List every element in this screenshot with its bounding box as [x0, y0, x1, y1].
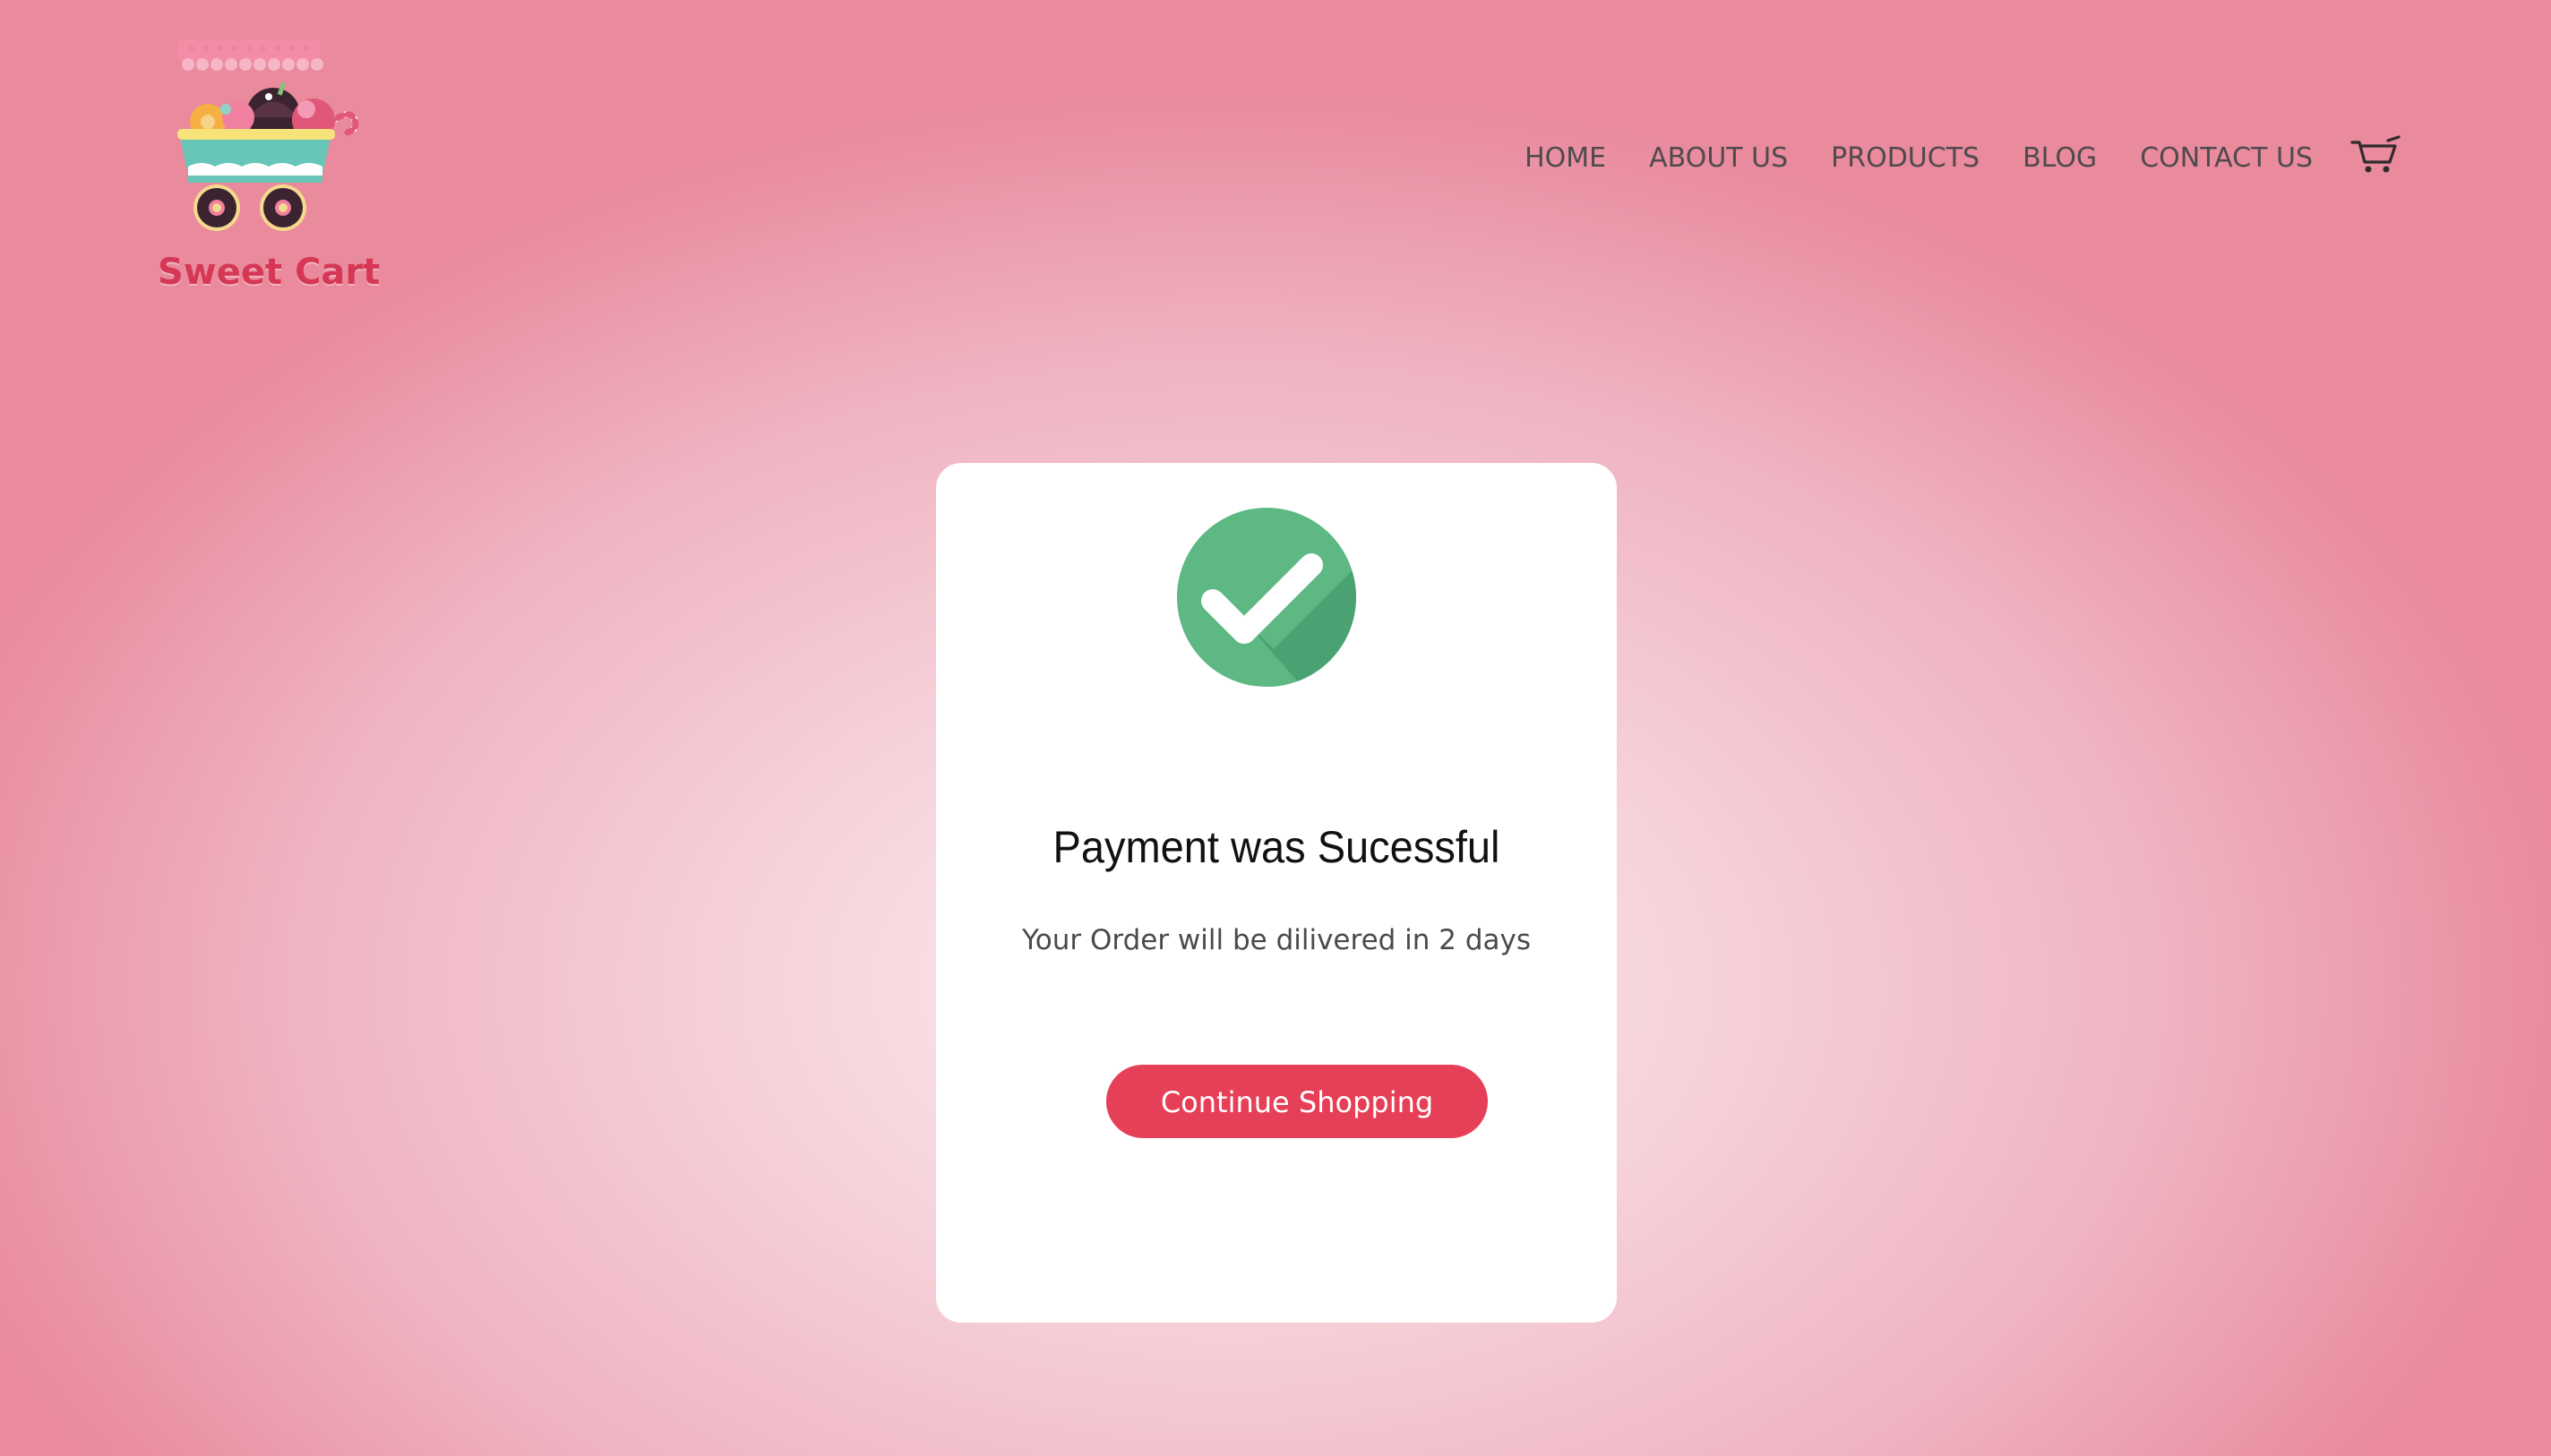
nav-item-about-us[interactable]: ABOUT US: [1649, 139, 1788, 178]
payment-success-card: Payment was Sucessful Your Order will be…: [936, 463, 1617, 1323]
shopping-cart-icon[interactable]: [2350, 135, 2401, 175]
nav-item-home[interactable]: HOME: [1525, 139, 1606, 178]
continue-shopping-button[interactable]: Continue Shopping: [1106, 1065, 1488, 1138]
check-circle-icon: [1177, 508, 1356, 687]
sweet-cart-logo-icon: [177, 39, 359, 231]
site-header: Sweet Cart HOME ABOUT US PRODUCTS BLOG C…: [0, 0, 2551, 295]
nav-item-products[interactable]: PRODUCTS: [1831, 139, 1980, 178]
main-nav: HOME ABOUT US PRODUCTS BLOG CONTACT US: [1525, 135, 2401, 178]
nav-item-blog[interactable]: BLOG: [2023, 139, 2097, 178]
page-title: Payment was Sucessful: [1052, 822, 1500, 872]
delivery-message: Your Order will be dilivered in 2 days: [1021, 924, 1532, 956]
nav-item-contact-us[interactable]: CONTACT US: [2140, 139, 2313, 178]
brand-logo[interactable]: Sweet Cart: [152, 32, 380, 290]
brand-name: Sweet Cart: [158, 252, 381, 293]
